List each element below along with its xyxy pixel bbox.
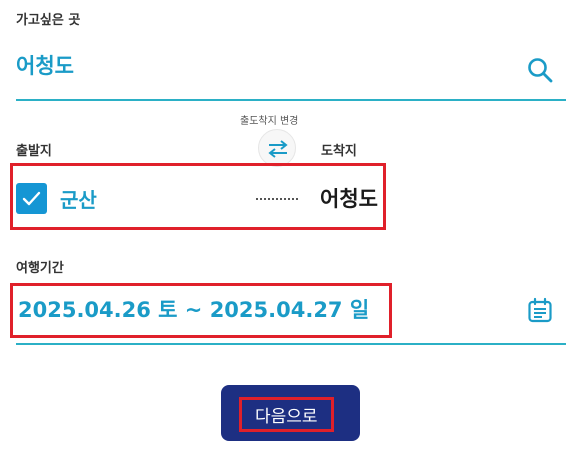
period-value[interactable]: 2025.04.26 토 ~ 2025.04.27 일 <box>18 294 369 324</box>
swap-label: 출도착지 변경 <box>240 116 299 127</box>
search-icon[interactable] <box>526 56 554 84</box>
destination-value[interactable]: 어청도 <box>16 50 74 80</box>
arrival-label: 도착지 <box>321 144 357 159</box>
origin-checkbox[interactable] <box>16 183 47 214</box>
calendar-icon[interactable] <box>526 296 554 324</box>
origin-value[interactable]: 군산 <box>60 184 97 213</box>
arrival-value[interactable]: 어청도 <box>320 183 378 213</box>
swap-button[interactable] <box>258 129 296 167</box>
destination-underline <box>16 99 566 101</box>
route-connector <box>256 198 298 200</box>
swap-arrows-icon <box>268 140 288 158</box>
destination-label: 가고싶은 곳 <box>16 13 81 28</box>
period-label: 여행기간 <box>16 261 64 276</box>
checkmark-icon <box>22 191 41 206</box>
period-underline <box>16 343 566 345</box>
next-button-label: 다음으로 <box>255 407 318 427</box>
origin-label: 출발지 <box>16 144 52 159</box>
